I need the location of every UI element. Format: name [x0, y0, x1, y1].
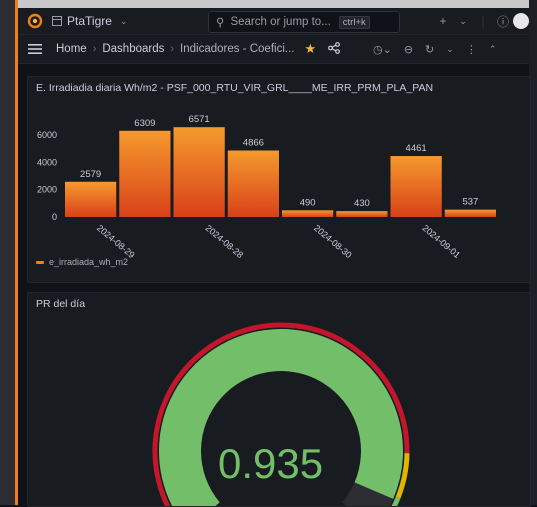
- browser-top-edge: [18, 0, 529, 8]
- breadcrumb-bar: Home › Dashboards › Indicadores - Coefic…: [18, 35, 529, 64]
- bar[interactable]: [282, 210, 334, 217]
- bar-value-label: 6309: [134, 118, 155, 129]
- org-name: PtaTigre: [67, 14, 112, 28]
- star-icon[interactable]: ★: [304, 41, 316, 57]
- chevron-down-icon[interactable]: ⌄: [446, 44, 454, 55]
- x-tick-label: 2024-08-30: [312, 223, 354, 260]
- x-tick-label: 2024-08-28: [203, 223, 245, 260]
- search-placeholder: Search or jump to...: [230, 16, 331, 28]
- bar[interactable]: [173, 127, 225, 217]
- x-tick-label: 2024-08-29: [95, 223, 137, 260]
- chevron-right-icon: ›: [170, 43, 175, 55]
- refresh-icon[interactable]: ↻: [425, 43, 434, 56]
- chevron-right-icon: ›: [92, 43, 97, 55]
- share-icon[interactable]: [328, 41, 341, 57]
- irradiation-bar-chart: 0 2000 4000 6000 2579 6309 6571 4866 490 430 4461 5…: [37, 114, 496, 260]
- kebab-icon[interactable]: ⋮: [466, 43, 477, 56]
- accent-bar: [15, 0, 18, 505]
- chevron-down-icon: ⌄: [119, 15, 128, 26]
- search-input[interactable]: ⚲ Search or jump to... ctrl+k: [208, 11, 400, 33]
- pr-panel: PR del día 0.935: [27, 292, 531, 507]
- grafana-logo-icon[interactable]: [26, 12, 44, 30]
- org-icon: [52, 16, 62, 26]
- bar-value-label: 4866: [243, 137, 264, 148]
- breadcrumb-home[interactable]: Home: [56, 43, 87, 55]
- org-switcher[interactable]: PtaTigre ⌄: [52, 14, 127, 28]
- bar-value-label: 430: [354, 198, 370, 209]
- left-strip: [0, 0, 15, 505]
- bar[interactable]: [390, 156, 442, 217]
- breadcrumb: Home › Dashboards › Indicadores - Coefic…: [56, 43, 294, 55]
- bar[interactable]: [119, 130, 171, 217]
- avatar[interactable]: [513, 13, 529, 29]
- breadcrumb-current[interactable]: Indicadores - Coefici...: [180, 43, 294, 55]
- y-tick-label: 4000: [37, 157, 57, 167]
- y-tick-label: 2000: [37, 185, 57, 195]
- bar[interactable]: [336, 211, 388, 217]
- bar-value-label: 490: [300, 197, 316, 208]
- legend-swatch: [36, 260, 44, 264]
- dashboard-controls: ◷⌄ ⊖ ↻ ⌄ ⋮ ⌃: [373, 43, 508, 56]
- zoom-out-icon[interactable]: ⊖: [404, 43, 413, 56]
- legend-label: e_irradiada_wh_m2: [49, 257, 129, 267]
- breadcrumb-dashboards[interactable]: Dashboards: [102, 43, 164, 55]
- bar[interactable]: [444, 209, 496, 217]
- x-tick-label: 2024-09-01: [420, 223, 462, 260]
- divider: |: [481, 14, 485, 28]
- bar-value-label: 6571: [189, 114, 210, 125]
- top-bar: PtaTigre ⌄ ⚲ Search or jump to... ctrl+k…: [18, 8, 529, 35]
- chart-legend[interactable]: e_irradiada_wh_m2: [36, 257, 128, 267]
- chevron-up-icon[interactable]: ⌃: [489, 44, 497, 55]
- menu-icon[interactable]: [28, 44, 42, 54]
- search-icon: ⚲: [216, 17, 225, 29]
- chevron-down-icon[interactable]: ⌄: [453, 16, 473, 27]
- y-tick-label: 6000: [37, 130, 57, 140]
- bar-value-label: 2579: [80, 169, 101, 180]
- plus-icon[interactable]: +: [433, 14, 453, 28]
- bar[interactable]: [65, 181, 117, 217]
- keyboard-shortcut: ctrl+k: [338, 15, 370, 29]
- gauge-value: 0.935: [218, 440, 324, 487]
- irradiation-panel: E. Irradiadia diaria Wh/m2 - PSF_000_RTU…: [27, 76, 531, 283]
- bar-value-label: 4461: [406, 143, 427, 154]
- y-tick-label: 0: [52, 212, 57, 222]
- clock-icon[interactable]: ◷⌄: [373, 43, 392, 56]
- bar-value-label: 537: [462, 197, 478, 208]
- bar[interactable]: [227, 150, 279, 217]
- help-icon[interactable]: ⓘ: [493, 13, 513, 30]
